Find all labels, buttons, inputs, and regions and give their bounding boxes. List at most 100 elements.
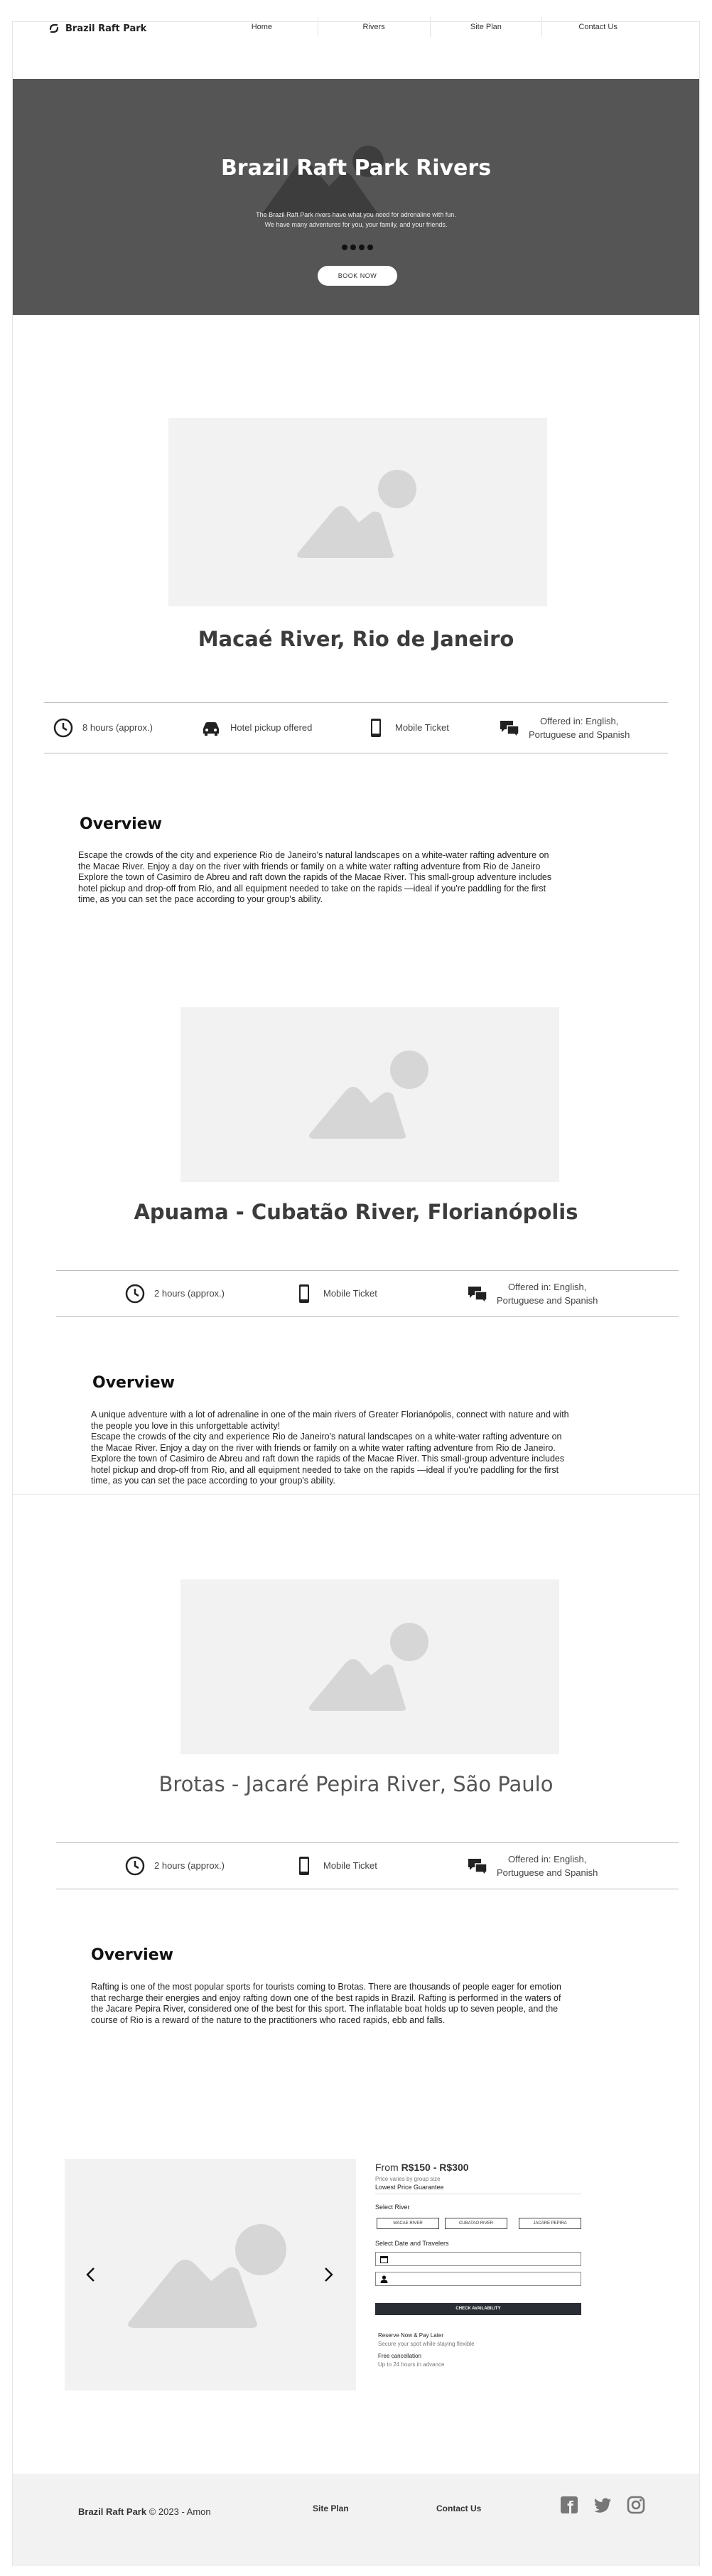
image-placeholder-icon <box>128 2224 286 2328</box>
guarantee-label: Lowest Price Guarantee <box>375 2184 444 2191</box>
carousel-dot[interactable] <box>367 245 373 250</box>
car-icon <box>203 722 219 736</box>
footer-brand: Brazil Raft Park © 2023 - Amon <box>78 2506 211 2517</box>
footer-link-site-plan[interactable]: Site Plan <box>313 2503 349 2513</box>
language-line-1: Offered in: English, <box>508 1281 587 1292</box>
river-image-placeholder <box>168 418 547 606</box>
carousel-dot[interactable] <box>359 245 365 250</box>
river-option-cubatao[interactable]: CUBATAO RIVER <box>445 2218 507 2229</box>
date-input[interactable] <box>375 2252 581 2266</box>
duration-info: 2 hours (approx.) <box>124 1283 225 1304</box>
chat-bubbles-icon <box>468 1287 487 1304</box>
facebook-icon[interactable] <box>559 2495 579 2515</box>
calendar-icon <box>380 2256 388 2263</box>
overview-text: Escape the crowds of the city and experi… <box>78 850 552 904</box>
check-availability-button[interactable]: CHECK AVAILABILITY <box>375 2303 581 2315</box>
price-note: Price varies by group size <box>375 2176 441 2182</box>
river-info-bar: 2 hours (approx.) Mobile Ticket Offered … <box>56 1270 679 1317</box>
nav-link-site-plan[interactable]: Site Plan <box>429 17 542 37</box>
twitter-icon[interactable] <box>593 2495 613 2515</box>
language-line-1: Offered in: English, <box>508 1853 587 1864</box>
carousel-dot[interactable] <box>350 245 356 250</box>
date-travelers-label: Select Date and Travelers <box>375 2240 449 2247</box>
language-text: Offered in: English, Portuguese and Span… <box>497 1280 598 1308</box>
language-info: Offered in: English, Portuguese and Span… <box>499 714 630 742</box>
river-option-jacare[interactable]: JACARE PEPIRA <box>519 2218 581 2229</box>
duration-text: 2 hours (approx.) <box>154 1288 225 1299</box>
section-divider <box>13 1494 699 1495</box>
overview-text: Rafting is one of the most popular sport… <box>91 1982 561 2025</box>
chevron-right-icon[interactable] <box>320 2266 337 2283</box>
footer-link-contact[interactable]: Contact Us <box>436 2503 481 2513</box>
mobile-phone-icon <box>299 1857 309 1875</box>
reserve-title: Reserve Now & Pay Later <box>378 2332 444 2339</box>
footer-copyright: © 2023 - Amon <box>149 2506 211 2517</box>
mobile-phone-icon <box>371 719 381 737</box>
price-prefix: From <box>375 2162 399 2173</box>
footer <box>13 2474 699 2566</box>
river-info-bar: 2 hours (approx.) Mobile Ticket Offered … <box>56 1842 679 1889</box>
pickup-info: Hotel pickup offered <box>200 717 312 739</box>
ticket-info: Mobile Ticket <box>293 1855 377 1877</box>
travelers-input[interactable] <box>375 2272 581 2286</box>
language-info: Offered in: English, Portuguese and Span… <box>467 1280 598 1308</box>
hero-subtitle-line-1: The Brazil Raft Park rivers have what yo… <box>256 211 456 218</box>
ticket-text: Mobile Ticket <box>323 1860 377 1872</box>
hero-title: Brazil Raft Park Rivers <box>220 156 492 181</box>
cancel-note: Up to 24 hours in advance <box>378 2361 445 2368</box>
language-text: Offered in: English, Portuguese and Span… <box>497 1852 598 1880</box>
image-placeholder-icon <box>309 1623 428 1711</box>
river-info-bar: 8 hours (approx.) Hotel pickup offered M… <box>44 702 668 753</box>
clock-icon <box>125 1856 145 1876</box>
booking-image-carousel <box>65 2159 356 2390</box>
duration-text: 2 hours (approx.) <box>154 1860 225 1872</box>
overview-text: A unique adventure with a lot of adrenal… <box>91 1410 569 1486</box>
price-display: From R$150 - R$300 <box>375 2162 469 2173</box>
language-info: Offered in: English, Portuguese and Span… <box>467 1852 598 1880</box>
river-title: Brotas - Jacaré Pepira River, São Paulo <box>158 1772 554 1796</box>
language-line-1: Offered in: English, <box>540 715 619 726</box>
language-text: Offered in: English, Portuguese and Span… <box>529 714 630 742</box>
nav-link-contact[interactable]: Contact Us <box>541 17 654 37</box>
overview-title: Overview <box>80 815 162 833</box>
image-placeholder-icon <box>309 1051 428 1139</box>
overview-title: Overview <box>91 1946 173 1964</box>
select-river-label: Select River <box>375 2204 410 2211</box>
chat-bubbles-icon <box>468 1859 487 1877</box>
language-line-2: Portuguese and Spanish <box>529 729 630 740</box>
cancel-title: Free cancellation <box>378 2353 421 2359</box>
river-title: Apuama - Cubatão River, Florianópolis <box>134 1200 578 1224</box>
nav-link-rivers[interactable]: Rivers <box>317 17 430 37</box>
river-title: Macaé River, Rio de Janeiro <box>198 627 514 651</box>
hero-banner: Brazil Raft Park Rivers The Brazil Raft … <box>13 79 699 315</box>
language-line-2: Portuguese and Spanish <box>497 1295 598 1306</box>
ticket-info: Mobile Ticket <box>365 717 449 739</box>
logo-icon <box>49 23 59 33</box>
mobile-phone-icon <box>299 1284 309 1303</box>
nav-link-home[interactable]: Home <box>206 17 318 37</box>
duration-text: 8 hours (approx.) <box>82 722 153 734</box>
book-now-button[interactable]: BOOK NOW <box>318 266 397 286</box>
language-line-2: Portuguese and Spanish <box>497 1867 598 1878</box>
overview-title: Overview <box>92 1374 175 1392</box>
brand[interactable]: Brazil Raft Park <box>48 23 146 34</box>
person-icon <box>380 2275 388 2283</box>
clock-icon <box>125 1284 145 1304</box>
image-placeholder-icon <box>297 470 416 558</box>
river-image-placeholder <box>180 1007 559 1182</box>
ticket-text: Mobile Ticket <box>395 722 449 734</box>
clock-icon <box>53 718 73 738</box>
chevron-left-icon[interactable] <box>82 2266 99 2283</box>
price-range: R$150 - R$300 <box>401 2162 469 2173</box>
ticket-text: Mobile Ticket <box>323 1288 377 1299</box>
chat-bubbles-icon <box>500 721 519 739</box>
duration-info: 2 hours (approx.) <box>124 1855 225 1877</box>
nav-links: Home Rivers Site Plan Contact Us <box>206 17 654 37</box>
carousel-dot[interactable] <box>342 245 347 250</box>
river-option-macae[interactable]: MACAE RIVER <box>377 2218 439 2229</box>
river-image-placeholder <box>180 1579 559 1754</box>
hero-subtitle-line-2: We have many adventures for you, your fa… <box>264 221 448 228</box>
reserve-note: Secure your spot while staying flexible <box>378 2341 475 2347</box>
instagram-icon[interactable] <box>626 2495 646 2515</box>
carousel-dots <box>342 245 373 250</box>
